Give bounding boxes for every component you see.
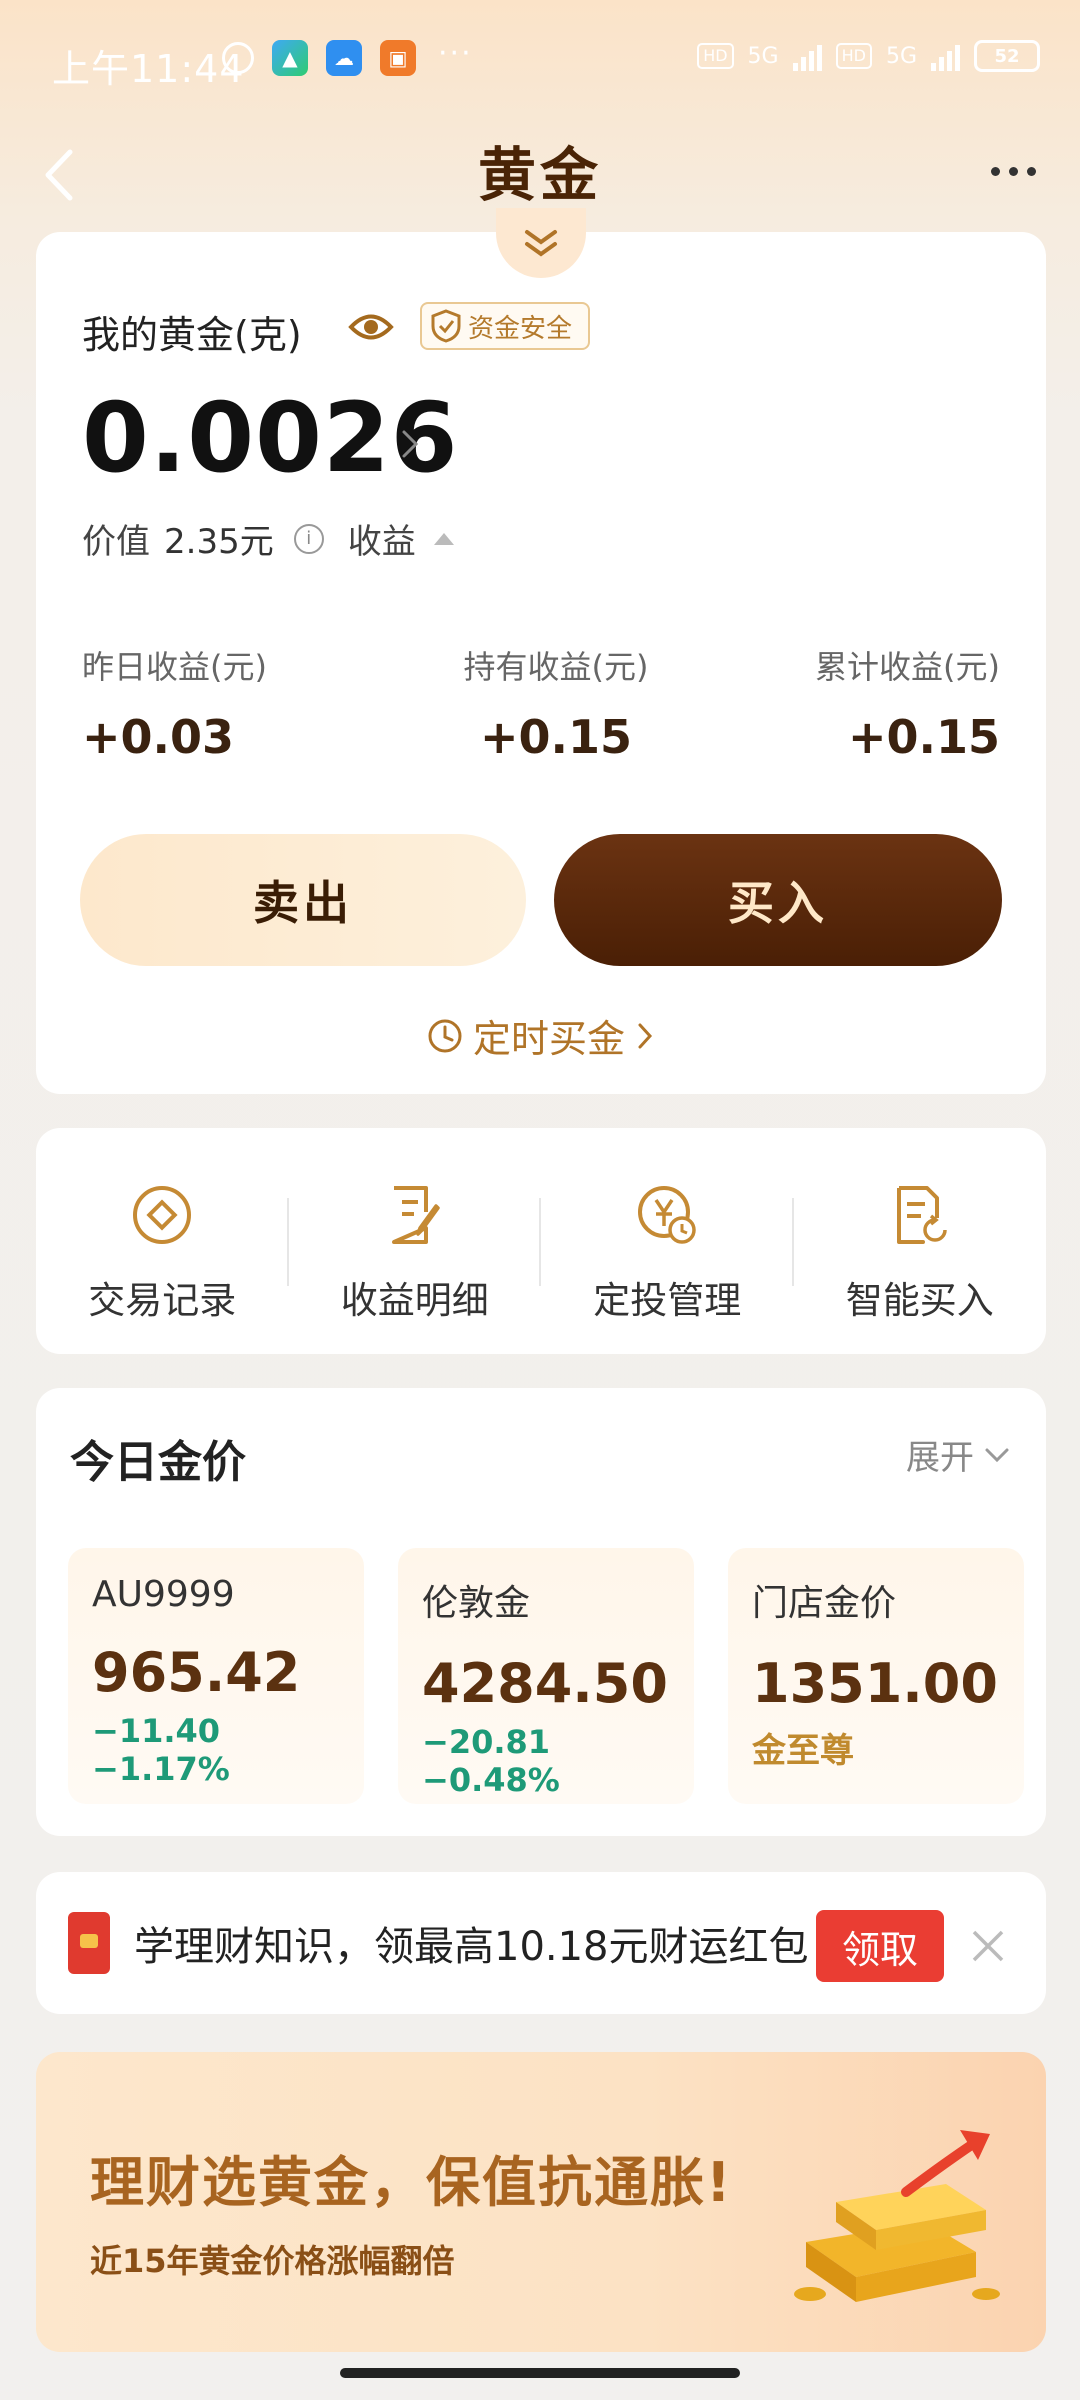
- action-smart-buy[interactable]: 智能买入: [794, 1128, 1047, 1354]
- action-auto-invest[interactable]: 定投管理: [541, 1128, 794, 1354]
- profit-label[interactable]: 收益: [348, 514, 416, 563]
- timed-buy-label: 定时买金: [472, 1017, 625, 1061]
- status-time: 上午11:44: [52, 47, 245, 91]
- yen-clock-icon: [638, 1186, 696, 1244]
- triangle-up-icon: [433, 532, 454, 545]
- home-indicator[interactable]: [340, 2368, 740, 2378]
- sell-button[interactable]: 卖出: [80, 834, 526, 966]
- stat-value: +0.03: [82, 710, 235, 764]
- action-label: 智能买入: [845, 1279, 994, 1322]
- hd-badge-2: HD: [835, 43, 872, 69]
- action-label: 收益明细: [340, 1279, 489, 1322]
- value-amount: 2.35元: [164, 522, 274, 562]
- banner-headline: 理财选黄金，保值抗通胀!: [90, 2151, 733, 2214]
- price-value: 965.42: [92, 1641, 301, 1704]
- app-notification-icon: ▣: [380, 40, 416, 76]
- price-item-london-gold[interactable]: 伦敦金 4284.50 −20.81 −0.48%: [398, 1548, 694, 1804]
- yesterday-profit: 昨日收益(元) +0.03: [82, 642, 267, 764]
- fund-safety-badge[interactable]: 资金安全: [420, 302, 591, 350]
- action-profit-details[interactable]: 收益明细: [289, 1128, 541, 1354]
- store-brand: 金至尊: [752, 1731, 854, 1771]
- chevron-right-icon: [638, 1023, 653, 1048]
- stat-label: 持有收益(元): [463, 648, 649, 686]
- holdings-card: 我的黄金(克) 资金安全 0.0026 价值 2.35元 i 收益 昨日收益(元…: [36, 208, 1046, 1094]
- battery-icon: 52: [974, 40, 1040, 72]
- shield-check-icon: [431, 309, 461, 343]
- status-right-icons: HD 5G HD 5G 52: [697, 40, 1040, 72]
- price-name: 门店金价: [752, 1583, 897, 1624]
- price-item-store-gold[interactable]: 门店金价 1351.00 金至尊: [728, 1548, 1024, 1804]
- my-gold-label: 我的黄金(克): [82, 313, 302, 357]
- price-value: 1351.00: [752, 1652, 998, 1715]
- gold-bars-icon: [794, 2130, 1000, 2302]
- info-icon[interactable]: i: [293, 523, 324, 554]
- section-title: 今日金价: [70, 1437, 246, 1488]
- target-icon: [133, 1186, 192, 1244]
- cumulative-profit: 累计收益(元) +0.15: [815, 642, 1000, 764]
- price-value: 4284.50: [422, 1652, 668, 1715]
- hd-badge: HD: [697, 43, 734, 69]
- expand-label: 展开: [906, 1438, 974, 1478]
- double-chevron-down-icon: [525, 230, 557, 257]
- document-edit-icon: [391, 1186, 440, 1244]
- status-bar: 上午11:44 ▲ ☁ ▣ ··· HD 5G HD 5G 52: [0, 0, 1080, 130]
- today-gold-price-card: 今日金价 展开 AU9999 965.42 −11.40 −1.17% 伦敦金 …: [36, 1388, 1046, 1836]
- gold-marketing-banner[interactable]: 理财选黄金，保值抗通胀! 近15年黄金价格涨幅翻倍: [36, 2052, 1046, 2352]
- action-trade-records[interactable]: 交易记录: [36, 1128, 289, 1354]
- fund-safety-text: 资金安全: [468, 313, 573, 344]
- price-change: −11.40 −1.17%: [92, 1712, 230, 1788]
- action-label: 交易记录: [88, 1279, 237, 1322]
- banner-subtext: 近15年黄金价格涨幅翻倍: [90, 2242, 455, 2280]
- timed-buy-link[interactable]: 定时买金: [36, 1008, 1046, 1063]
- more-options-button[interactable]: [978, 146, 1048, 196]
- stat-value: +0.15: [847, 710, 1000, 764]
- holding-profit: 持有收益(元) +0.15: [456, 642, 656, 764]
- price-item-au9999[interactable]: AU9999 965.42 −11.40 −1.17%: [68, 1548, 364, 1804]
- signal-icon-2: [931, 41, 960, 71]
- chevron-down-icon: [985, 1448, 1009, 1462]
- eye-icon[interactable]: [348, 310, 394, 344]
- chevron-right-icon[interactable]: [398, 424, 424, 464]
- value-label: 价值: [82, 522, 150, 562]
- quick-actions: 交易记录 收益明细 定投管理 智能买入: [36, 1128, 1046, 1354]
- price-name: AU9999: [92, 1574, 235, 1615]
- red-packet-icon: [68, 1912, 110, 1974]
- buy-button[interactable]: 买入: [554, 834, 1002, 966]
- clock-icon: [428, 1019, 462, 1052]
- signal-icon: [792, 41, 822, 71]
- more-notifications-indicator: ···: [438, 36, 473, 71]
- collapse-toggle[interactable]: [496, 208, 586, 278]
- network-type-2: 5G: [885, 43, 917, 69]
- network-type: 5G: [747, 43, 779, 69]
- stat-label: 昨日收益(元): [82, 648, 267, 686]
- promo-text: 学理财知识，领最高10.18元财运红包: [134, 1924, 809, 1970]
- expand-button[interactable]: 展开: [906, 1430, 1010, 1479]
- cloud-app-icon: ☁: [326, 40, 362, 76]
- paper-plane-icon: ▲: [272, 40, 308, 76]
- close-icon[interactable]: [966, 1924, 1010, 1968]
- value-row: 价值 2.35元 i 收益: [82, 514, 454, 563]
- page-title: 黄金: [477, 141, 602, 209]
- stat-value: +0.15: [479, 710, 633, 764]
- claim-button[interactable]: 领取: [816, 1910, 944, 1982]
- status-notification-icons: ▲ ☁ ▣: [222, 40, 416, 76]
- price-name: 伦敦金: [422, 1583, 531, 1624]
- price-change: −20.81 −0.48%: [422, 1723, 560, 1799]
- promo-banner: 学理财知识，领最高10.18元财运红包 领取: [36, 1872, 1046, 2014]
- document-refresh-icon: [896, 1186, 947, 1244]
- alarm-icon: [222, 42, 254, 74]
- stat-label: 累计收益(元): [815, 648, 1000, 686]
- action-label: 定投管理: [593, 1279, 742, 1322]
